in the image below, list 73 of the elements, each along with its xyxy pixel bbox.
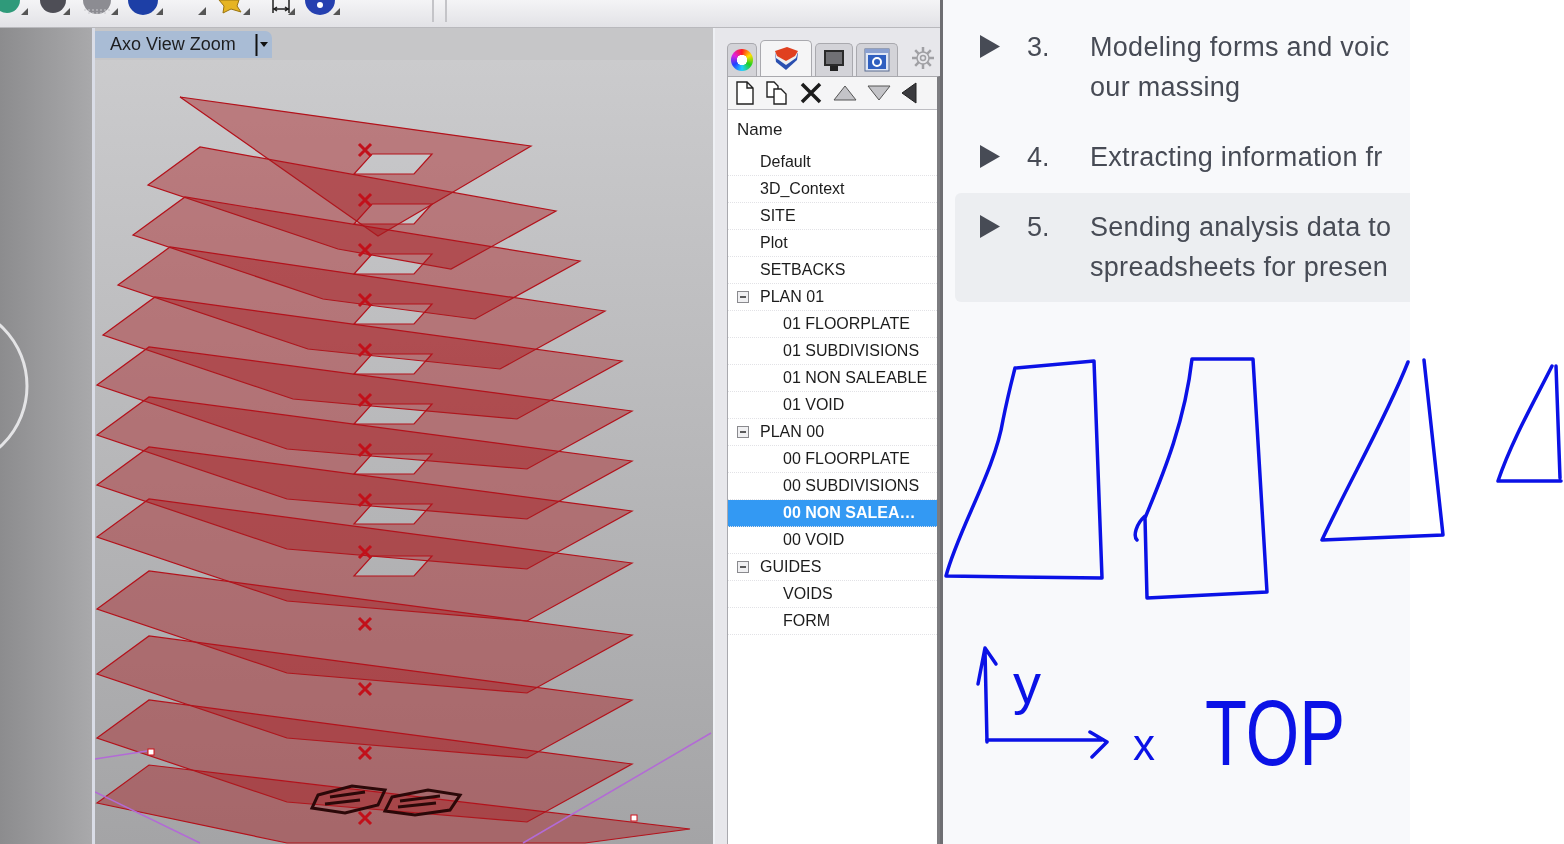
layer-item[interactable]: 3D_Context [728,176,937,203]
cross-marker-icon [357,810,373,826]
sphere-icon[interactable] [40,0,70,15]
axis-label: y [1013,652,1041,715]
copy-icon[interactable] [765,81,789,105]
cross-marker-icon [357,745,373,761]
sphere-icon[interactable] [305,0,340,15]
lesson-number: 5. [1027,212,1050,242]
sphere-icon[interactable] [127,0,163,15]
lesson-title: Modeling forms and voic our massing [1090,31,1390,104]
layer-item[interactable]: 01 SUBDIVISIONS [728,338,937,365]
layer-item[interactable]: SETBACKS [728,257,937,284]
cross-marker-icon [357,242,373,258]
up-triangle-icon[interactable] [833,85,857,101]
lesson-title: Extracting information fr [1090,141,1383,174]
collapse-box-icon[interactable] [737,426,749,438]
layer-item[interactable]: 00 FLOORPLATE [728,446,937,473]
cross-marker-icon [357,142,373,158]
monitor-icon [822,48,846,72]
disclosure-triangle-icon[interactable] [980,215,1000,238]
panel-tab[interactable] [856,43,898,76]
viewport-tab[interactable]: Axo View Zoom [95,31,272,58]
layer-item[interactable]: GUIDES [728,554,937,581]
layer-item[interactable]: SITE [728,203,937,230]
guide-line [95,750,148,760]
sphere-icon[interactable] [82,0,118,15]
layer-item[interactable]: 01 NON SALEABLE [728,365,937,392]
layer-item[interactable]: PLAN 01 [728,284,937,311]
help-window-icon [864,48,890,72]
cross-marker-icon [357,492,373,508]
cross-marker-icon [357,292,373,308]
lesson-item[interactable]: 4. Extracting information fr [955,123,1410,192]
cross-icon[interactable] [799,81,823,105]
left-triangle-icon[interactable] [901,82,917,104]
cross-marker-icon [357,442,373,458]
color-wheel-icon [731,49,753,71]
view-label: TOP [1205,682,1393,784]
down-triangle-icon[interactable] [867,85,891,101]
layer-item[interactable]: VOIDS [728,581,937,608]
layer-item[interactable]: Plot [728,230,937,257]
column-header[interactable]: Name [737,120,783,139]
cross-marker-icon [357,616,373,632]
cross-marker-icon [357,392,373,408]
panel-tab[interactable] [815,43,853,76]
axis-label: x [1133,720,1155,769]
collapse-box-icon[interactable] [737,561,749,573]
cross-marker-icon [357,342,373,358]
lesson-item[interactable]: 5. Sending analysis data to spreadsheets for presen [955,193,1410,302]
grip-point-icon[interactable] [147,748,155,756]
document-icon[interactable] [735,81,755,105]
cross-marker-icon [357,544,373,560]
layers-icon [773,46,799,71]
layer-item[interactable]: Default [728,149,937,176]
layer-item[interactable]: PLAN 00 [728,419,937,446]
panel-tab[interactable] [727,43,757,76]
panel-tab[interactable] [760,40,812,76]
layer-item[interactable]: 00 VOID [728,527,937,554]
layer-item[interactable]: FORM [728,608,937,635]
grip-point-icon[interactable] [630,814,638,822]
caret-icon[interactable] [255,33,269,56]
lesson-title: Sending analysis data to spreadsheets for presen [1090,211,1392,284]
dimension-icon[interactable] [270,0,295,15]
lesson-number: 3. [1027,32,1050,62]
disclosure-triangle-icon[interactable] [980,35,1000,58]
collapse-box-icon[interactable] [737,291,749,303]
layer-item[interactable]: 01 VOID [728,392,937,419]
cross-marker-icon [357,192,373,208]
layer-item[interactable]: 01 FLOORPLATE [728,311,937,338]
cross-marker-icon [357,681,373,697]
disclosure-triangle-icon[interactable] [980,145,1000,168]
lesson-item[interactable]: 3. Modeling forms and voic our massing [955,13,1410,122]
lesson-number: 4. [1027,142,1050,172]
sphere-icon[interactable] [0,0,28,15]
